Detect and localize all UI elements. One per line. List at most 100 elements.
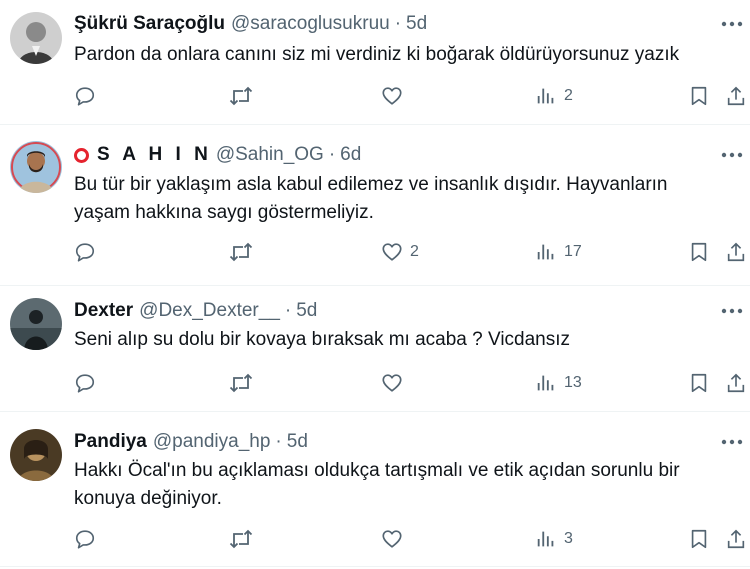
more-horizontal-icon[interactable] [718,432,746,452]
separator: · [284,300,292,321]
reply-button[interactable] [74,239,96,265]
author-name[interactable]: Pandiya [74,431,147,453]
author-name[interactable]: Şükrü Saraçoğlu [74,13,225,35]
like-icon [382,530,402,548]
author-handle[interactable]: @saracoglusukruu [231,13,390,35]
views-icon [537,531,554,547]
reply-button[interactable] [74,370,96,396]
like-button[interactable] [381,526,410,552]
tweet-actions: 2 17 [74,239,750,265]
retweet-icon [229,242,253,262]
bookmark-icon [691,86,707,106]
separator: · [275,431,282,452]
more-horizontal-icon[interactable] [718,145,746,165]
timestamp[interactable]: 6d [340,144,361,166]
bookmark-button[interactable] [689,370,709,396]
avatar[interactable] [10,429,62,481]
author-name[interactable]: S A H I N [97,144,212,166]
like-icon [382,243,402,261]
tweet-text-line: konuya değiniyor. [74,488,222,509]
views-button[interactable]: 2 [535,83,573,109]
separator: · [394,13,402,34]
tweet[interactable]: Dexter @Dex_Dexter__ · 5d Seni alıp su d… [0,286,750,408]
like-button[interactable] [381,83,410,109]
tweet-header: Dexter @Dex_Dexter__ · 5d [74,298,317,324]
author-handle[interactable]: @Dex_Dexter__ [139,300,280,322]
bookmark-icon [691,373,707,393]
views-icon [537,375,554,391]
tweet-header: Pandiya @pandiya_hp · 5d [74,429,308,455]
tweet[interactable]: Pandiya @pandiya_hp · 5d Hakkı Öcal'ın b… [0,412,750,569]
views-button[interactable]: 3 [535,526,573,552]
tweet-text-line: Seni alıp su dolu bir kovaya bıraksak mı… [74,329,571,350]
share-icon [727,86,745,106]
avatar[interactable] [10,12,62,64]
views-icon [537,244,554,260]
like-button[interactable] [381,370,410,396]
share-button[interactable] [726,83,746,109]
views-count: 17 [564,243,582,260]
retweet-icon [229,86,253,106]
avatar[interactable] [10,298,62,350]
like-icon [382,87,402,105]
retweet-icon [229,373,253,393]
timestamp[interactable]: 5d [287,431,308,453]
tweet-actions: 13 [74,370,750,396]
like-button[interactable]: 2 [381,239,419,265]
tweet[interactable]: S A H I N @Sahin_OG · 6d Bu tür bir yakl… [0,125,750,282]
bookmark-button[interactable] [689,239,709,265]
retweet-button[interactable] [228,526,254,552]
share-icon [727,373,745,393]
tweet-actions: 2 [74,83,750,109]
avatar[interactable] [10,141,62,193]
tweet-text-line: Bu tür bir yaklaşım asla kabul edilemez … [74,174,668,195]
retweet-button[interactable] [228,370,254,396]
author-handle[interactable]: @Sahin_OG [216,144,324,166]
retweet-icon [229,529,253,549]
reply-button[interactable] [74,83,96,109]
retweet-button[interactable] [228,239,254,265]
bookmark-icon [691,529,707,549]
divider [0,566,750,567]
bookmark-button[interactable] [689,83,709,109]
views-button[interactable]: 17 [535,239,582,265]
tweet-text: Pardon da onlara canını siz mi verdiniz … [74,41,724,69]
share-button[interactable] [726,526,746,552]
reply-icon [75,374,95,393]
circle-icon [74,147,89,163]
views-button[interactable]: 13 [535,370,582,396]
tweet-text-line: Hakkı Öcal'ın bu açıklaması oldukça tart… [74,460,680,481]
tweet-text: Hakkı Öcal'ın bu açıklaması oldukça tart… [74,457,724,513]
reply-feed: Şükrü Saraçoğlu @saracoglusukruu · 5d Pa… [0,0,750,569]
tweet-header: S A H I N @Sahin_OG · 6d [74,142,361,168]
bookmark-icon [691,242,707,262]
reply-icon [75,87,95,106]
share-button[interactable] [726,370,746,396]
author-handle[interactable]: @pandiya_hp [153,431,271,453]
timestamp[interactable]: 5d [296,300,317,322]
retweet-button[interactable] [228,83,254,109]
like-count: 2 [410,243,419,260]
tweet-text: Seni alıp su dolu bir kovaya bıraksak mı… [74,326,724,354]
more-horizontal-icon[interactable] [718,301,746,321]
reply-button[interactable] [74,526,96,552]
share-icon [727,242,745,262]
author-name[interactable]: Dexter [74,300,133,322]
more-horizontal-icon[interactable] [718,14,746,34]
tweet-header: Şükrü Saraçoğlu @saracoglusukruu · 5d [74,11,427,37]
share-icon [727,529,745,549]
tweet-actions: 3 [74,526,750,552]
bookmark-button[interactable] [689,526,709,552]
separator: · [328,144,336,165]
tweet[interactable]: Şükrü Saraçoğlu @saracoglusukruu · 5d Pa… [0,0,750,122]
reply-icon [75,530,95,549]
views-count: 13 [564,374,582,391]
timestamp[interactable]: 5d [406,13,427,35]
share-button[interactable] [726,239,746,265]
views-count: 2 [564,87,573,104]
tweet-text-line: yaşam hakkına saygı göstermeliyiz. [74,202,374,223]
like-icon [382,374,402,392]
views-icon [537,88,554,104]
tweet-text-line: Pardon da onlara canını siz mi verdiniz … [74,44,680,65]
views-count: 3 [564,530,573,547]
